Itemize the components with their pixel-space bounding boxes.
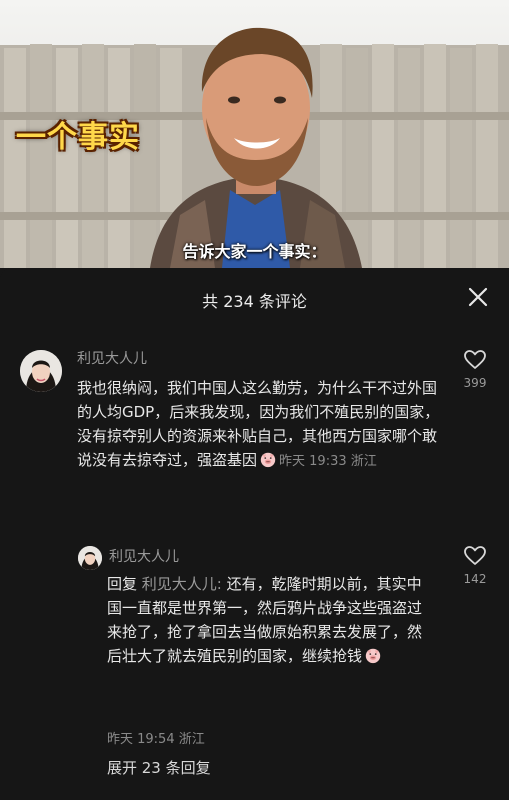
video-subtitle: 告诉大家一个事实： [182, 242, 327, 261]
comment-username[interactable]: 利见大人儿 [77, 348, 147, 368]
reply-location: 浙江 [178, 732, 205, 747]
reply-prefix: 回复 [107, 575, 138, 593]
heart-icon [464, 546, 486, 565]
avatar[interactable] [20, 350, 62, 392]
comment-location: 浙江 [350, 454, 377, 469]
reply-username[interactable]: 利见大人儿 [109, 546, 179, 566]
heart-icon [464, 350, 486, 369]
reply-avatar[interactable] [78, 546, 102, 570]
video-player[interactable]: 一个事实 告诉大家一个事实： [0, 0, 509, 268]
reply-meta: 昨天 19:54 浙江 [107, 728, 205, 747]
expand-replies-button[interactable]: 展开 23 条回复 [107, 757, 211, 778]
video-overlay-title: 一个事实 [16, 120, 140, 155]
like-button[interactable]: 399 [455, 350, 495, 390]
comment-time: 昨天 19:33 [279, 454, 347, 469]
pig-face-emoji-icon [365, 648, 381, 664]
close-button[interactable] [465, 284, 491, 310]
comments-panel: 共 234 条评论 利见大人儿 我也很纳闷，我们中国人这么勤劳，为什么干不过外国… [0, 268, 509, 800]
reply-to-username[interactable]: 利见大人儿: [142, 575, 222, 593]
comment-meta: 昨天 19:33 浙江 [279, 454, 377, 469]
reply-time: 昨天 19:54 [107, 732, 175, 747]
close-icon [468, 287, 488, 307]
avatar-image [78, 546, 102, 570]
reply-text: 回复 利见大人儿: 还有，乾隆时期以前，其实中国一直都是世界第一，然后鸦片战争这… [107, 572, 435, 668]
reply-like-button[interactable]: 142 [455, 546, 495, 586]
pig-face-emoji-icon [260, 452, 276, 468]
avatar-image [20, 350, 62, 392]
comments-count-title: 共 234 条评论 [202, 292, 307, 311]
screen: 一个事实 告诉大家一个事实： 共 234 条评论 利见大人儿 我也很纳闷，我们中… [0, 0, 509, 800]
like-count: 399 [463, 376, 487, 390]
reply-like-count: 142 [463, 572, 487, 586]
comment-text: 我也很纳闷，我们中国人这么勤劳，为什么干不过外国的人均GDP，后来我发现，因为我… [77, 376, 443, 474]
